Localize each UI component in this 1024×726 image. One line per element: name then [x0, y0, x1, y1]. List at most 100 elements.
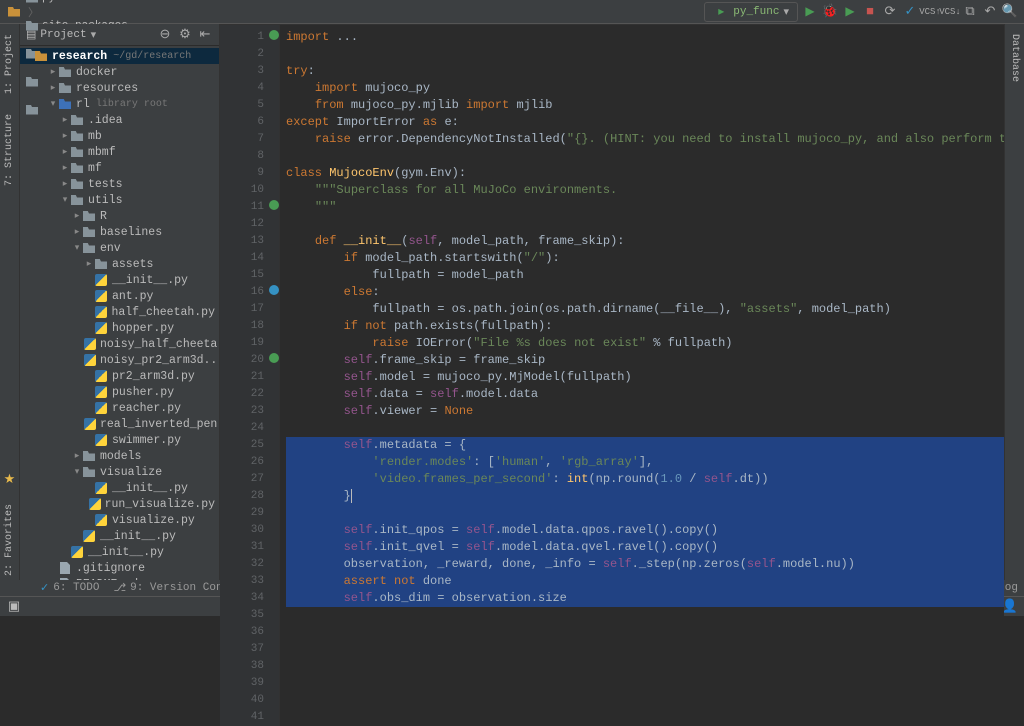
tree-item[interactable]: ▸mbmf: [20, 144, 219, 160]
tree-item[interactable]: ▸mb: [20, 128, 219, 144]
tree-item[interactable]: ▸docker: [20, 64, 219, 80]
search-icon[interactable]: 🔍: [1002, 4, 1018, 20]
code-line[interactable]: self.init_qvel = self.model.data.qvel.ra…: [286, 539, 1004, 556]
tree-item[interactable]: reacher.py: [20, 400, 219, 416]
tree-root[interactable]: ▾research~/gd/research: [20, 48, 219, 64]
tree-twisty-icon[interactable]: ▸: [84, 259, 94, 269]
code-line[interactable]: class MujocoEnv(gym.Env):: [286, 165, 1004, 182]
code-line[interactable]: if not path.exists(fullpath):: [286, 318, 1004, 335]
tree-item[interactable]: README.md: [20, 576, 219, 580]
tree-item[interactable]: ▾visualize: [20, 464, 219, 480]
code-line[interactable]: except ImportError as e:: [286, 114, 1004, 131]
code-line[interactable]: assert not done: [286, 573, 1004, 590]
vcs-push-icon[interactable]: VCS↑: [922, 4, 938, 20]
code-line[interactable]: self.obs_dim = observation.size: [286, 590, 1004, 607]
bottom-tab-todo[interactable]: ✓6: TODO: [40, 581, 99, 595]
tree-item[interactable]: ▸mf: [20, 160, 219, 176]
line-number-gutter[interactable]: 1234567891011121314151617181920212223242…: [220, 25, 268, 726]
tree-twisty-icon[interactable]: ▸: [72, 451, 82, 461]
tree-item[interactable]: __init__.py: [20, 528, 219, 544]
code-line[interactable]: try:: [286, 63, 1004, 80]
run-line-marker-icon[interactable]: [269, 30, 279, 40]
tree-item[interactable]: __init__.py: [20, 544, 219, 560]
tree-item[interactable]: ▸models: [20, 448, 219, 464]
tree-item[interactable]: ▾env: [20, 240, 219, 256]
tree-item[interactable]: __init__.py: [20, 272, 219, 288]
tree-item[interactable]: ant.py: [20, 288, 219, 304]
hector-icon[interactable]: 👤: [1002, 599, 1018, 615]
code-line[interactable]: }: [286, 488, 1004, 505]
hide-tool-icon[interactable]: ⇤: [197, 27, 213, 43]
history-icon[interactable]: ⧉: [962, 4, 978, 20]
tree-item[interactable]: ▸R: [20, 208, 219, 224]
revert-icon[interactable]: ↶: [982, 4, 998, 20]
tree-twisty-icon[interactable]: ▸: [60, 131, 70, 141]
code-line[interactable]: from mujoco_py.mjlib import mjlib: [286, 97, 1004, 114]
code-line[interactable]: self.init_qpos = self.model.data.qpos.ra…: [286, 522, 1004, 539]
code-line[interactable]: 'video.frames_per_second': int(np.round(…: [286, 471, 1004, 488]
code-line[interactable]: def __init__(self, model_path, frame_ski…: [286, 233, 1004, 250]
tree-item[interactable]: ▸resources: [20, 80, 219, 96]
project-tree[interactable]: ▾research~/gd/research▸docker▸resources ▾…: [20, 46, 219, 580]
code-line[interactable]: fullpath = model_path: [286, 267, 1004, 284]
tree-item[interactable]: ▸.idea: [20, 112, 219, 128]
tree-item[interactable]: ▸baselines: [20, 224, 219, 240]
tree-twisty-icon[interactable]: ▸: [60, 147, 70, 157]
collapse-all-icon[interactable]: ⊖: [157, 27, 173, 43]
tree-twisty-icon[interactable]: ▸: [48, 67, 58, 77]
code-line[interactable]: self.metadata = {: [286, 437, 1004, 454]
sidetab-favorites[interactable]: 2: Favorites: [2, 500, 17, 580]
breadcrumb-item[interactable]: python3.5: [26, 0, 148, 4]
home-folder-icon[interactable]: [6, 4, 22, 20]
run-line-marker-icon[interactable]: [269, 200, 279, 210]
tree-item[interactable]: noisy_pr2_arm3d....: [20, 352, 219, 368]
code-line[interactable]: self.viewer = None: [286, 403, 1004, 420]
code-line[interactable]: raise IOError("File %s does not exist" %…: [286, 335, 1004, 352]
tree-item[interactable]: pusher.py: [20, 384, 219, 400]
tree-item[interactable]: run_visualize.py: [20, 496, 219, 512]
stop-button[interactable]: ■: [862, 4, 878, 20]
override-marker-icon[interactable]: [269, 285, 279, 295]
tree-item[interactable]: .gitignore: [20, 560, 219, 576]
tree-item[interactable]: ▾utils: [20, 192, 219, 208]
tree-twisty-icon[interactable]: ▾: [60, 195, 70, 205]
tree-twisty-icon[interactable]: ▸: [72, 227, 82, 237]
tool-windows-icon[interactable]: ▣: [6, 599, 22, 615]
code-line[interactable]: [286, 46, 1004, 63]
tree-item[interactable]: pr2_arm3d.py: [20, 368, 219, 384]
tree-item[interactable]: ▸tests: [20, 176, 219, 192]
tree-item[interactable]: hopper.py: [20, 320, 219, 336]
tree-twisty-icon[interactable]: ▸: [60, 179, 70, 189]
sidetab-project[interactable]: 1: Project: [2, 30, 17, 98]
run-button[interactable]: ▶: [802, 4, 818, 20]
tree-twisty-icon[interactable]: ▾: [72, 243, 82, 253]
run-coverage-button[interactable]: ▶: [842, 4, 858, 20]
vcs-update-icon[interactable]: ⟳: [882, 4, 898, 20]
code-line[interactable]: 'render.modes': ['human', 'rgb_array'],: [286, 454, 1004, 471]
tree-twisty-icon[interactable]: ▸: [72, 211, 82, 221]
code-line[interactable]: raise error.DependencyNotInstalled("{}. …: [286, 131, 1004, 148]
tree-twisty-icon[interactable]: ▾: [72, 467, 82, 477]
code-line[interactable]: if model_path.startswith("/"):: [286, 250, 1004, 267]
gear-icon[interactable]: ⚙: [177, 27, 193, 43]
code-line[interactable]: [286, 148, 1004, 165]
sidetab-structure[interactable]: 7: Structure: [2, 110, 17, 190]
code-line[interactable]: """Superclass for all MuJoCo environment…: [286, 182, 1004, 199]
code-line[interactable]: """: [286, 199, 1004, 216]
code-line[interactable]: self.frame_skip = frame_skip: [286, 352, 1004, 369]
code-line[interactable]: self.data = self.model.data: [286, 386, 1004, 403]
tree-item[interactable]: ▸assets: [20, 256, 219, 272]
code-line[interactable]: [286, 505, 1004, 522]
code-line[interactable]: else:: [286, 284, 1004, 301]
tree-item[interactable]: half_cheetah.py: [20, 304, 219, 320]
code-line[interactable]: import mujoco_py: [286, 80, 1004, 97]
tree-twisty-icon[interactable]: ▸: [48, 83, 58, 93]
tree-twisty-icon[interactable]: ▸: [60, 115, 70, 125]
tree-twisty-icon[interactable]: ▾: [48, 99, 58, 109]
debug-button[interactable]: 🐞: [822, 4, 838, 20]
code-line[interactable]: import ...: [286, 29, 1004, 46]
code-line[interactable]: [286, 420, 1004, 437]
code-editor[interactable]: 1234567891011121314151617181920212223242…: [220, 25, 1004, 726]
code-line[interactable]: self.model = mujoco_py.MjModel(fullpath): [286, 369, 1004, 386]
code-area[interactable]: import ... try: import mujoco_py from mu…: [280, 25, 1004, 726]
